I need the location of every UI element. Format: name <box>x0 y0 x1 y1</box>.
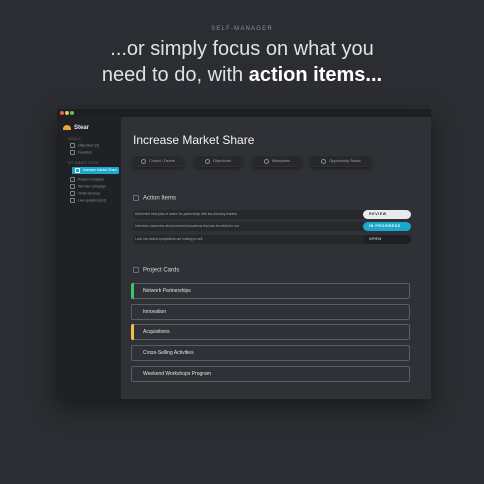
project-card-label: Acquisitions <box>143 329 170 335</box>
circle-icon <box>263 158 269 164</box>
sidebar-item-think-services[interactable]: Think Services <box>70 191 100 196</box>
project-card-innovation[interactable]: Innovation <box>131 304 410 320</box>
status-badge-open[interactable]: OPEN <box>363 235 411 244</box>
sidebar-item-label: Think Services <box>78 191 101 196</box>
minimize-window-button[interactable] <box>65 111 69 115</box>
brand[interactable]: Stear <box>63 125 89 131</box>
target-icon <box>70 191 75 196</box>
action-item-row[interactable]: Interview customers about current innova… <box>133 222 411 231</box>
close-window-button[interactable] <box>60 111 64 115</box>
project-card-weekend-workshops-program[interactable]: Weekend Workshops Program <box>131 366 410 382</box>
star-icon <box>70 150 75 155</box>
chip-label: Objectives <box>213 159 231 163</box>
chip-label: Opportunity Status <box>329 159 361 163</box>
sidebar-item-label: Increase Market Share <box>83 168 118 172</box>
project-cards-heading-label: Project Cards <box>143 267 180 274</box>
target-icon <box>70 184 75 189</box>
headline: ...or simply focus on what you need to d… <box>0 36 484 88</box>
project-card-label: Weekend Workshops Program <box>143 371 211 377</box>
checkbox-icon <box>133 267 139 273</box>
action-items-heading: Action Items <box>133 195 176 202</box>
main-panel: Increase Market Share Collect / Delete O… <box>121 117 431 399</box>
circle-icon <box>205 158 211 164</box>
target-icon <box>70 198 75 203</box>
sidebar-item-label: Live updates (test) <box>78 198 106 203</box>
project-card-acquisitions[interactable]: Acquisitions <box>131 324 410 340</box>
sidebar-item-project-compass[interactable]: Project Compass <box>70 177 104 182</box>
chip-opportunity-status[interactable]: Opportunity Status <box>309 155 373 167</box>
chip-label: Milestones <box>271 159 291 163</box>
maximize-window-button[interactable] <box>70 111 74 115</box>
sidebar-item-label: Favorites <box>78 150 92 155</box>
project-card-cross-selling-activities[interactable]: Cross-Selling Activities <box>131 345 410 361</box>
checkbox-icon <box>133 195 139 201</box>
sidebar-item-increase-market-share[interactable]: Increase Market Share <box>72 167 119 174</box>
action-item-row[interactable]: Determine best plan of action for partne… <box>133 210 411 219</box>
action-items-heading-label: Action Items <box>143 195 177 202</box>
chip-collect-delete[interactable]: Collect / Delete <box>131 155 185 167</box>
sidebar-section-label: MY OBJECTIVES <box>68 161 99 165</box>
headline-line-2-prefix: need to do, with <box>101 64 249 86</box>
project-cards-heading: Project Cards <box>133 267 179 274</box>
action-item-text: Interview customers about current innova… <box>135 224 239 228</box>
project-card-label: Network Partnerships <box>143 288 191 294</box>
circle-icon <box>141 158 147 164</box>
title-bar <box>57 109 431 117</box>
sidebar-item-objectives[interactable]: Objectives (3) <box>70 143 99 148</box>
app-window: Stear GOALS Objectives (3) Favorites MY … <box>57 109 431 399</box>
chip-objectives[interactable]: Objectives <box>193 155 243 167</box>
chip-milestones[interactable]: Milestones <box>251 155 303 167</box>
sidebar-section-label: GOALS <box>68 137 81 141</box>
headline-line-2-bold: action items... <box>248 64 383 86</box>
target-icon <box>70 177 75 182</box>
project-card-label: Innovation <box>143 309 167 315</box>
sidebar-item-favorites[interactable]: Favorites <box>70 150 92 155</box>
sidebar-item-label: Win the Campaign <box>78 184 106 189</box>
sidebar: Stear GOALS Objectives (3) Favorites MY … <box>57 117 121 399</box>
headline-line-2: need to do, with action items... <box>0 62 484 88</box>
circle-icon <box>321 158 327 164</box>
page-title: Increase Market Share <box>133 133 255 147</box>
sidebar-item-win-the-campaign[interactable]: Win the Campaign <box>70 184 106 189</box>
chip-label: Collect / Delete <box>149 159 175 163</box>
brand-name: Stear <box>74 125 90 132</box>
card-accent-stripe <box>131 324 134 340</box>
sidebar-item-label: Project Compass <box>78 177 104 182</box>
action-item-text: Look into which competitors are looking … <box>135 237 203 241</box>
sidebar-item-label: Objectives (3) <box>78 143 99 148</box>
action-item-text: Determine best plan of action for partne… <box>135 212 238 216</box>
target-icon <box>75 167 80 173</box>
project-card-label: Cross-Selling Activities <box>143 350 194 356</box>
sidebar-item-live-updates[interactable]: Live updates (test) <box>70 198 106 203</box>
project-card-network-partnerships[interactable]: Network Partnerships <box>131 283 410 299</box>
folder-icon <box>70 143 75 148</box>
card-accent-stripe <box>131 283 134 299</box>
brand-logo-icon <box>63 125 71 130</box>
status-badge-review[interactable]: REVIEW <box>363 210 411 219</box>
status-badge-in-progress[interactable]: IN PROGRESS <box>363 222 411 231</box>
action-item-row[interactable]: Look into which competitors are looking … <box>133 235 411 244</box>
eyebrow-label: SELF-MANAGER <box>211 26 273 32</box>
headline-line-1: ...or simply focus on what you <box>110 38 374 60</box>
